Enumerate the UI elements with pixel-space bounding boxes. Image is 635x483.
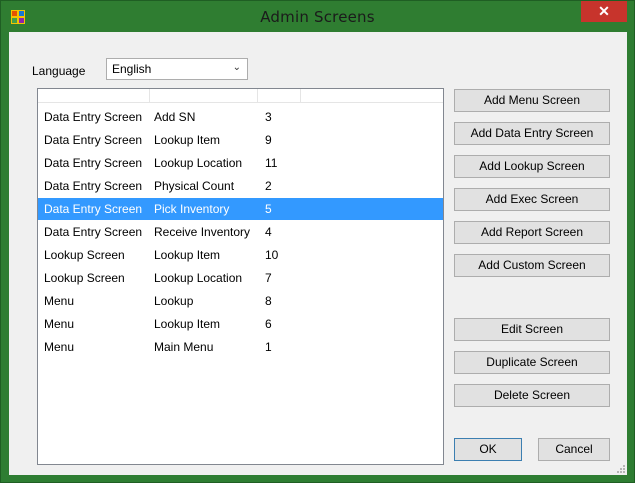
close-icon: ✕ — [598, 3, 610, 19]
list-item[interactable]: Data Entry Screen Lookup Location 11 — [38, 152, 443, 174]
list-item[interactable]: Data Entry Screen Add SN 3 — [38, 106, 443, 128]
list-header[interactable] — [38, 89, 443, 103]
screen-id: 2 — [265, 179, 272, 193]
list-item[interactable]: Menu Lookup 8 — [38, 290, 443, 312]
column-separator[interactable] — [257, 89, 258, 103]
add-exec-screen-button[interactable]: Add Exec Screen — [454, 188, 610, 211]
screen-id: 3 — [265, 110, 272, 124]
list-item[interactable]: Data Entry Screen Physical Count 2 — [38, 175, 443, 197]
screen-type: Data Entry Screen — [44, 110, 143, 124]
screen-name: Receive Inventory — [154, 225, 251, 239]
screen-type: Data Entry Screen — [44, 156, 143, 170]
screen-name: Lookup Location — [154, 156, 243, 170]
screen-id: 5 — [265, 202, 272, 216]
screens-list[interactable]: Data Entry Screen Add SN 3 Data Entry Sc… — [37, 88, 444, 465]
list-item[interactable]: Data Entry Screen Lookup Item 9 — [38, 129, 443, 151]
close-button[interactable]: ✕ — [581, 1, 627, 22]
screen-type: Data Entry Screen — [44, 225, 143, 239]
list-item[interactable]: Lookup Screen Lookup Location 7 — [38, 267, 443, 289]
screen-name: Lookup Item — [154, 317, 221, 331]
screen-id: 11 — [265, 156, 278, 170]
add-data-entry-screen-button[interactable]: Add Data Entry Screen — [454, 122, 610, 145]
screen-type: Menu — [44, 340, 75, 354]
screen-id: 9 — [265, 133, 272, 147]
window-title: Admin Screens — [260, 8, 375, 26]
screen-id: 8 — [265, 294, 272, 308]
delete-screen-button[interactable]: Delete Screen — [454, 384, 610, 407]
screen-name: Add SN — [154, 110, 196, 124]
screen-id: 7 — [265, 271, 272, 285]
screen-name: Physical Count — [154, 179, 235, 193]
screen-type: Menu — [44, 317, 75, 331]
column-separator[interactable] — [149, 89, 150, 103]
list-item[interactable]: Menu Lookup Item 6 — [38, 313, 443, 335]
screen-type: Data Entry Screen — [44, 133, 143, 147]
screen-name: Pick Inventory — [154, 202, 230, 216]
screen-id: 10 — [265, 248, 279, 262]
language-dropdown[interactable]: English ⌄ — [106, 58, 248, 80]
list-item-selected[interactable]: Data Entry Screen Pick Inventory 5 — [38, 198, 443, 220]
add-lookup-screen-button[interactable]: Add Lookup Screen — [454, 155, 610, 178]
list-item[interactable]: Lookup Screen Lookup Item 10 — [38, 244, 443, 266]
add-custom-screen-button[interactable]: Add Custom Screen — [454, 254, 610, 277]
language-selected-value: English — [112, 62, 152, 76]
screen-name: Lookup Item — [154, 248, 221, 262]
screen-id: 1 — [265, 340, 272, 354]
language-label: Language — [32, 64, 86, 78]
add-report-screen-button[interactable]: Add Report Screen — [454, 221, 610, 244]
chevron-down-icon: ⌄ — [232, 62, 241, 73]
duplicate-screen-button[interactable]: Duplicate Screen — [454, 351, 610, 374]
cancel-button[interactable]: Cancel — [538, 438, 610, 461]
screen-type: Lookup Screen — [44, 271, 125, 285]
column-separator[interactable] — [300, 89, 301, 103]
screen-id: 4 — [265, 225, 272, 239]
screen-name: Lookup Location — [154, 271, 243, 285]
title-bar[interactable]: Admin Screens ✕ — [1, 1, 634, 32]
resize-grip-icon[interactable] — [615, 463, 625, 473]
screen-name: Main Menu — [154, 340, 214, 354]
screen-type: Lookup Screen — [44, 248, 125, 262]
screen-type: Data Entry Screen — [44, 179, 143, 193]
screen-type: Menu — [44, 294, 75, 308]
screen-name: Lookup Item — [154, 133, 221, 147]
screen-id: 6 — [265, 317, 272, 331]
ok-button[interactable]: OK — [454, 438, 522, 461]
list-item[interactable]: Data Entry Screen Receive Inventory 4 — [38, 221, 443, 243]
screen-name: Lookup — [154, 294, 194, 308]
screen-type: Data Entry Screen — [44, 202, 143, 216]
add-menu-screen-button[interactable]: Add Menu Screen — [454, 89, 610, 112]
edit-screen-button[interactable]: Edit Screen — [454, 318, 610, 341]
list-item[interactable]: Menu Main Menu 1 — [38, 336, 443, 358]
